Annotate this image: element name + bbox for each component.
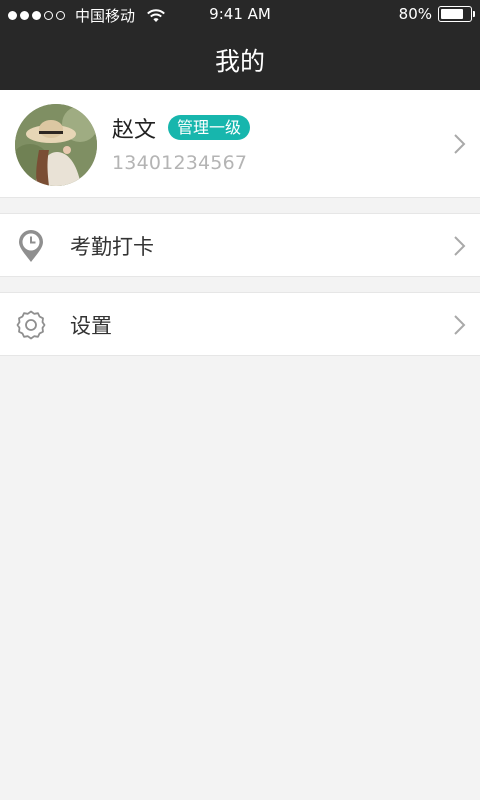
role-badge: 管理一级	[168, 115, 251, 140]
user-name: 赵文	[112, 118, 157, 143]
menu-item-label: 设置	[70, 314, 112, 338]
menu-item-label: 考勤打卡	[70, 235, 154, 259]
avatar-photo-icon	[15, 104, 97, 186]
gear-icon	[14, 308, 48, 342]
location-clock-icon	[14, 229, 48, 263]
status-bar: 中国移动 9:41 AM 80%	[0, 0, 480, 30]
chevron-right-icon	[452, 314, 466, 336]
nav-bar: 我的	[0, 30, 480, 90]
battery-level	[441, 9, 464, 19]
menu-item-attendance[interactable]: 考勤打卡	[0, 213, 480, 277]
chevron-right-icon	[452, 235, 466, 257]
menu-item-settings[interactable]: 设置	[0, 292, 480, 356]
user-phone: 13401234567	[112, 152, 248, 174]
status-right: 80%	[398, 5, 475, 23]
avatar	[15, 104, 97, 186]
page-title: 我的	[214, 47, 265, 76]
battery-icon	[438, 6, 475, 22]
profile-card[interactable]: 赵文 管理一级 13401234567	[0, 90, 480, 198]
chevron-right-icon	[452, 133, 466, 155]
battery-percent: 80%	[398, 5, 432, 23]
